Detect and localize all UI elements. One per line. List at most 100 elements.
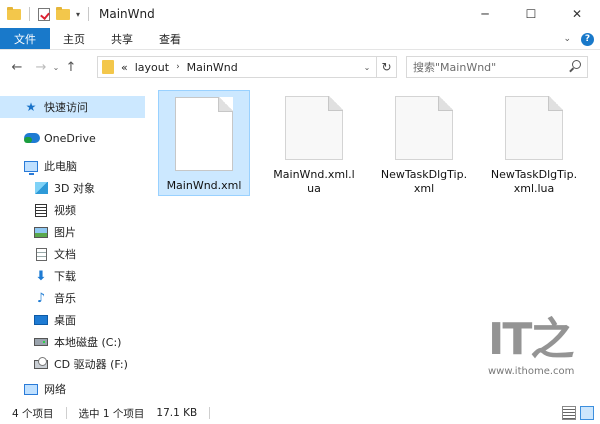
tab-home[interactable]: 主页 — [50, 28, 98, 49]
sidebar-item-label: OneDrive — [44, 131, 96, 145]
sidebar-item-onedrive[interactable]: OneDrive — [0, 127, 145, 149]
forward-button[interactable]: → — [32, 60, 50, 75]
star-icon: ★ — [25, 100, 37, 114]
window-title: MainWnd — [99, 7, 155, 21]
search-box[interactable] — [406, 56, 588, 78]
sidebar-item-label: 音乐 — [54, 292, 76, 305]
watermark-url: www.ithome.com — [488, 366, 575, 377]
quick-access-toolbar: ▾ — [0, 0, 91, 28]
breadcrumb-separator[interactable]: › — [176, 62, 180, 72]
new-folder-icon[interactable] — [56, 6, 70, 20]
music-icon: ♪ — [36, 290, 46, 306]
sidebar-item-label: 下载 — [54, 270, 76, 283]
sidebar-item-desktop[interactable]: 桌面 — [0, 309, 145, 331]
navigation-bar: ← → ⌄ ↑ « layout › MainWnd ⌄ ↻ — [0, 51, 600, 83]
refresh-button[interactable]: ↻ — [376, 57, 396, 77]
sidebar-item-local-disk-c[interactable]: 本地磁盘 (C:) — [0, 331, 145, 353]
file-item-mainwnd-xml-lua[interactable]: MainWnd.xml.lua — [268, 90, 360, 196]
file-icon — [285, 96, 343, 160]
cd-drive-icon — [34, 356, 48, 369]
sidebar-item-downloads[interactable]: ⬇ 下载 — [0, 265, 145, 287]
file-name: NewTaskDlgTip.xml.lua — [490, 168, 578, 195]
drive-icon — [34, 338, 48, 346]
sidebar-item-label: 网络 — [44, 383, 66, 396]
status-divider — [209, 407, 211, 419]
ithome-watermark: IT之 www.ithome.com — [488, 318, 588, 390]
address-dropdown-button[interactable]: ⌄ — [358, 63, 376, 72]
sidebar-item-videos[interactable]: 视频 — [0, 199, 145, 221]
file-name: MainWnd.xml — [166, 179, 242, 192]
navigation-pane: ★ 快速访问 OneDrive 此电脑 3D 对象 视频 图片 文档 ⬇ 下载 … — [0, 86, 145, 396]
pictures-icon — [34, 226, 48, 238]
onedrive-icon — [24, 133, 40, 143]
search-icon[interactable] — [572, 60, 581, 69]
status-bar: 4 个项目 选中 1 个项目 17.1 KB — [0, 402, 600, 424]
address-bar[interactable]: « layout › MainWnd ⌄ ↻ — [97, 56, 397, 78]
sidebar-item-documents[interactable]: 文档 — [0, 243, 145, 265]
item-count: 4 个项目 — [12, 407, 54, 420]
properties-icon[interactable] — [38, 7, 50, 21]
folder-icon — [7, 6, 21, 20]
file-item-mainwnd-xml[interactable]: MainWnd.xml — [158, 90, 250, 196]
sidebar-item-label: 文档 — [54, 248, 76, 261]
network-icon — [24, 383, 38, 395]
details-view-icon[interactable] — [562, 406, 576, 420]
file-icon — [175, 97, 233, 171]
breadcrumb-layout[interactable]: layout — [135, 61, 169, 74]
maximize-button[interactable]: ☐ — [508, 0, 554, 28]
window-controls: ─ ☐ ✕ — [462, 0, 600, 28]
help-icon[interactable]: ? — [581, 32, 594, 46]
sidebar-item-quick-access[interactable]: ★ 快速访问 — [0, 96, 145, 118]
file-item-newtaskdlgtip-xml-lua[interactable]: NewTaskDlgTip.xml.lua — [488, 90, 580, 196]
selection-count: 选中 1 个项目 — [78, 407, 145, 420]
sidebar-item-label: 快速访问 — [44, 101, 88, 114]
documents-icon — [35, 247, 47, 261]
file-name: MainWnd.xml.lua — [273, 168, 355, 195]
sidebar-item-network[interactable]: 网络 — [0, 378, 145, 400]
large-icons-view-icon[interactable] — [580, 406, 594, 420]
up-button[interactable]: ↑ — [62, 60, 80, 75]
ribbon-right: ⌄ ? — [563, 28, 594, 50]
file-icon — [395, 96, 453, 160]
file-name: NewTaskDlgTip.xml — [380, 168, 468, 195]
watermark-logo: IT之 — [488, 314, 574, 365]
recent-locations-button[interactable]: ⌄ — [50, 63, 62, 72]
file-icon — [505, 96, 563, 160]
ribbon-tabs: 文件 主页 共享 查看 ⌄ ? — [0, 28, 600, 50]
pc-icon — [24, 160, 38, 175]
sidebar-item-label: 此电脑 — [44, 160, 77, 173]
toolbar-separator — [88, 7, 90, 21]
sidebar-item-label: 本地磁盘 (C:) — [54, 336, 122, 349]
file-item-newtaskdlgtip-xml[interactable]: NewTaskDlgTip.xml — [378, 90, 470, 196]
tab-file[interactable]: 文件 — [0, 28, 50, 49]
expand-ribbon-icon[interactable]: ⌄ — [563, 34, 571, 44]
title-bar: ▾ MainWnd ─ ☐ ✕ — [0, 0, 600, 28]
view-toggle — [562, 406, 594, 420]
breadcrumb-overflow[interactable]: « — [121, 61, 128, 74]
desktop-icon — [34, 315, 48, 325]
back-button[interactable]: ← — [8, 60, 26, 75]
address-actions: ⌄ ↻ — [358, 57, 396, 77]
3d-objects-icon — [34, 182, 48, 194]
sidebar-item-cd-drive-f[interactable]: CD 驱动器 (F:) — [0, 353, 145, 375]
selection-size: 17.1 KB — [156, 407, 198, 419]
sidebar-item-label: 图片 — [54, 226, 76, 239]
sidebar-item-label: CD 驱动器 (F:) — [54, 358, 128, 371]
sidebar-item-pictures[interactable]: 图片 — [0, 221, 145, 243]
download-icon: ⬇ — [35, 268, 47, 284]
video-icon — [35, 203, 47, 217]
search-input[interactable] — [413, 60, 563, 74]
toolbar-separator — [29, 7, 30, 21]
customize-toolbar-icon[interactable]: ▾ — [76, 10, 80, 19]
sidebar-item-this-pc[interactable]: 此电脑 — [0, 155, 145, 177]
sidebar-item-3d-objects[interactable]: 3D 对象 — [0, 177, 145, 199]
sidebar-item-music[interactable]: ♪ 音乐 — [0, 287, 145, 309]
breadcrumb-mainwnd[interactable]: MainWnd — [187, 61, 238, 74]
sidebar-item-label: 视频 — [54, 204, 76, 217]
sidebar-item-label: 3D 对象 — [54, 182, 95, 195]
folder-icon — [102, 60, 114, 74]
tab-share[interactable]: 共享 — [98, 28, 146, 49]
close-button[interactable]: ✕ — [554, 0, 600, 28]
minimize-button[interactable]: ─ — [462, 0, 508, 28]
tab-view[interactable]: 查看 — [146, 28, 194, 49]
